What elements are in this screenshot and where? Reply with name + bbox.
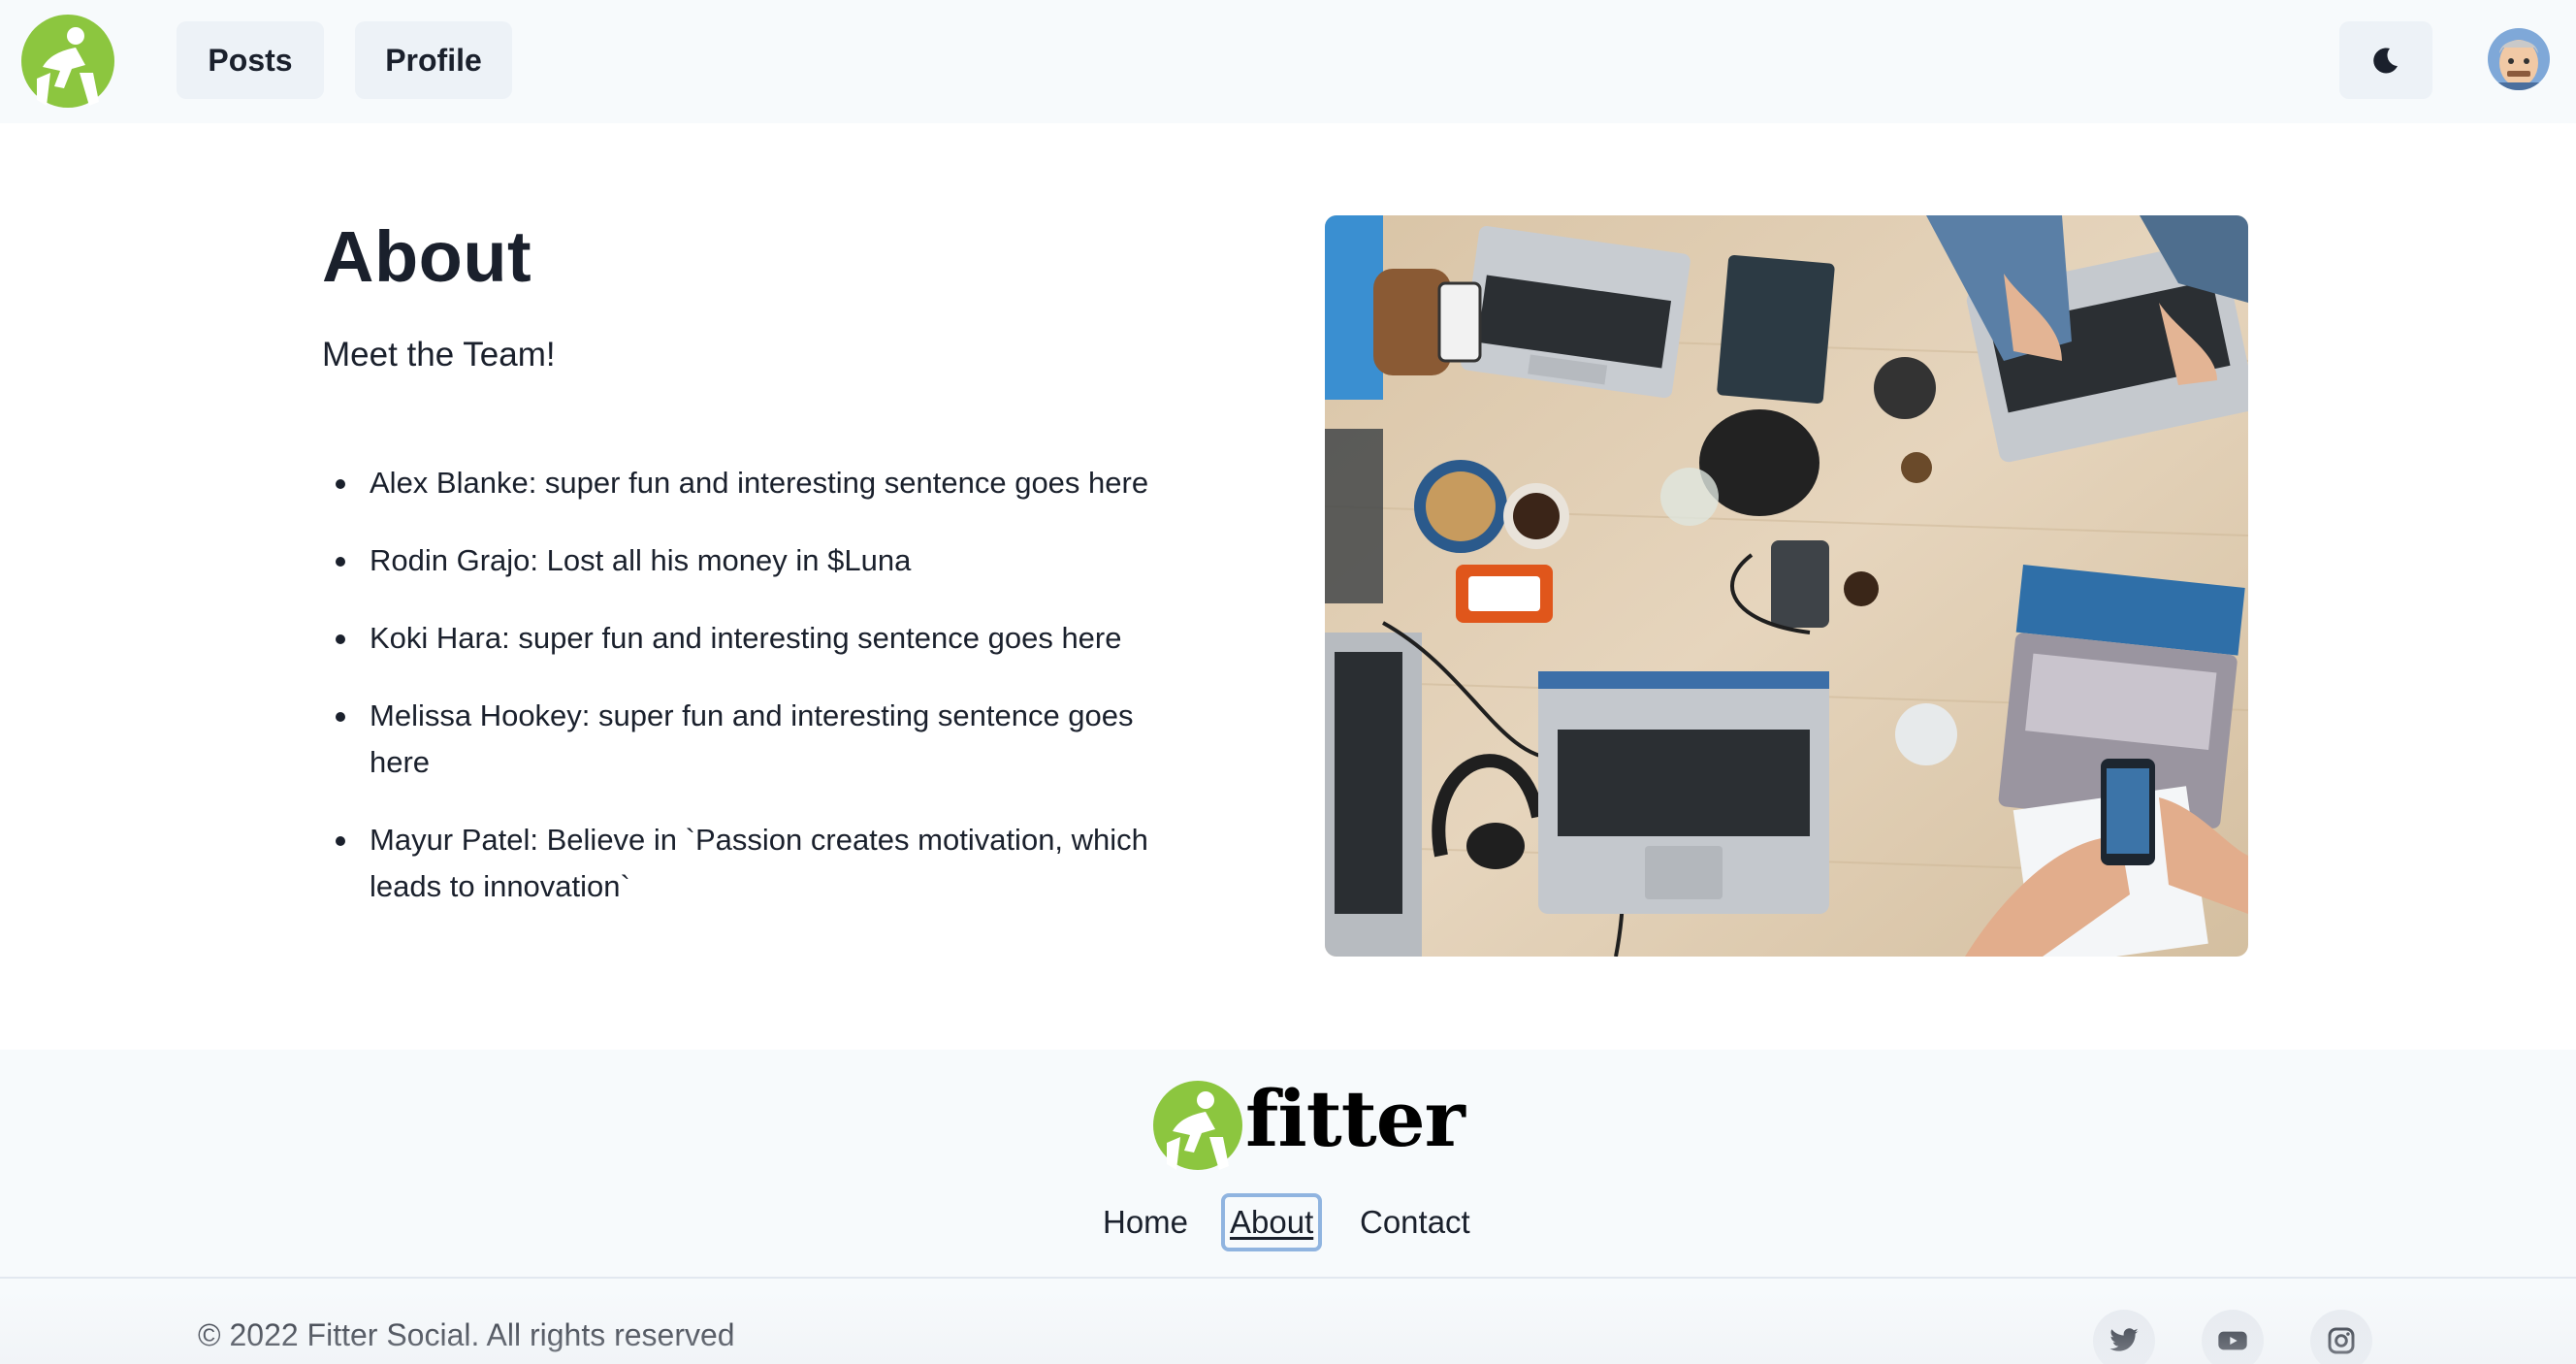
youtube-button[interactable] — [2202, 1310, 2264, 1364]
page-subtitle: Meet the Team! — [322, 336, 556, 373]
page-title: About — [322, 216, 532, 297]
list-item: Rodin Grajo: Lost all his money in $Luna — [322, 537, 1195, 584]
footer-logo-icon[interactable] — [1151, 1079, 1244, 1172]
top-navbar: Posts Profile — [0, 0, 2576, 123]
list-item: Mayur Patel: Believe in `Passion creates… — [322, 817, 1195, 910]
instagram-button[interactable] — [2310, 1310, 2372, 1364]
twitter-icon — [2109, 1328, 2139, 1351]
footer-link-contact[interactable]: Contact — [1360, 1199, 1470, 1246]
twitter-button[interactable] — [2093, 1310, 2155, 1364]
copyright-text: © 2022 Fitter Social. All rights reserve… — [198, 1317, 735, 1352]
footer-link-about[interactable]: About — [1220, 1193, 1323, 1251]
youtube-icon — [2218, 1331, 2247, 1350]
team-workspace-photo — [1325, 215, 2248, 957]
moon-icon — [2373, 48, 2398, 74]
instagram-icon — [2328, 1327, 2355, 1354]
footer-wordmark: fitter — [1245, 1073, 1465, 1164]
list-item: Alex Blanke: super fun and interesting s… — [322, 460, 1195, 506]
footer-divider — [0, 1277, 2576, 1279]
user-avatar[interactable] — [2488, 28, 2550, 90]
nav-posts-button[interactable]: Posts — [177, 21, 324, 99]
list-item: Melissa Hookey: super fun and interestin… — [322, 693, 1195, 786]
team-list: Alex Blanke: super fun and interesting s… — [322, 460, 1195, 941]
nav-profile-button[interactable]: Profile — [355, 21, 512, 99]
fitter-logo-icon[interactable] — [21, 15, 114, 108]
theme-toggle-button[interactable] — [2339, 21, 2432, 99]
footer-link-home[interactable]: Home — [1103, 1199, 1188, 1246]
list-item: Koki Hara: super fun and interesting sen… — [322, 615, 1195, 662]
